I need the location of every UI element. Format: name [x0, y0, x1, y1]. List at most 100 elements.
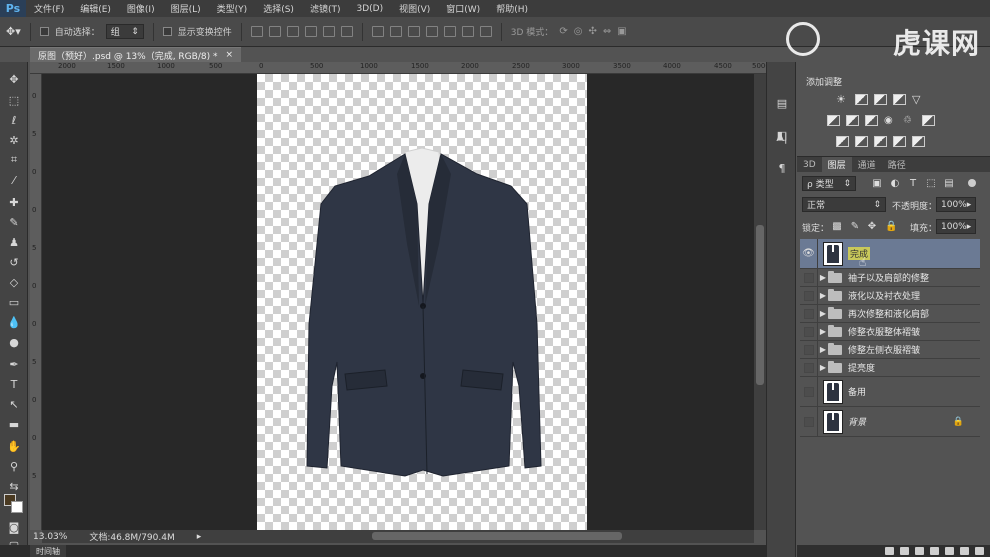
layer-row[interactable]: 备用 — [800, 377, 980, 407]
align-left-icon[interactable] — [304, 26, 317, 37]
menu-view[interactable]: 视图(V) — [391, 2, 438, 15]
group-name[interactable]: 修整衣服整体褶皱 — [848, 325, 920, 338]
layer-group-row[interactable]: ▶ 修整衣服整体褶皱 — [800, 323, 980, 341]
new-group-icon[interactable] — [945, 547, 954, 555]
hue-saturation-icon[interactable] — [827, 115, 840, 126]
dodge-tool-icon[interactable]: ● — [4, 333, 24, 351]
group-name[interactable]: 液化以及衬衣处理 — [848, 289, 920, 302]
menu-3d[interactable]: 3D(D) — [348, 4, 391, 14]
document-tab[interactable]: 原图（预好）.psd @ 13%（完成, RGB/8) * × — [30, 47, 242, 62]
black-white-icon[interactable] — [865, 115, 878, 126]
levels-icon[interactable] — [855, 94, 868, 105]
layer-group-row[interactable]: ▶ 袖子以及肩部的修整 — [800, 269, 980, 287]
brush-tool-icon[interactable]: ✎ — [4, 213, 24, 231]
menu-help[interactable]: 帮助(H) — [488, 2, 536, 15]
auto-align-icon[interactable] — [479, 26, 492, 37]
3d-drag-icon[interactable]: ✣ — [588, 26, 596, 37]
new-layer-icon[interactable] — [960, 547, 969, 555]
group-name[interactable]: 提亮度 — [848, 361, 875, 374]
timeline-tab[interactable]: 时间轴 — [30, 545, 66, 557]
marquee-tool-icon[interactable]: ⬚ — [4, 91, 24, 109]
menu-type[interactable]: 类型(Y) — [209, 2, 256, 15]
visibility-toggle[interactable] — [800, 377, 818, 406]
curves-icon[interactable] — [874, 94, 887, 105]
auto-select-checkbox[interactable] — [39, 27, 49, 36]
gradient-tool-icon[interactable]: ▭ — [4, 293, 24, 311]
lock-transparency-icon[interactable]: ▩ — [832, 222, 842, 232]
move-tool-icon[interactable]: ✥▾ — [6, 25, 21, 38]
group-name[interactable]: 再次修整和液化肩部 — [848, 307, 929, 320]
expand-arrow-icon[interactable]: ▶ — [818, 363, 828, 372]
layer-group-row[interactable]: ▶ 再次修整和液化肩部 — [800, 305, 980, 323]
show-transform-checkbox[interactable] — [162, 27, 172, 36]
photo-filter-icon[interactable]: ◉ — [884, 115, 897, 126]
visibility-toggle[interactable] — [800, 305, 818, 322]
auto-select-dropdown[interactable]: 组 ⇕ — [105, 24, 144, 39]
layer-name[interactable]: 备用 — [848, 385, 866, 398]
tab-channels[interactable]: 通道 — [852, 157, 882, 172]
zoom-level[interactable]: 13.03% — [33, 532, 67, 542]
lasso-tool-icon[interactable]: ℓ — [4, 111, 24, 129]
channel-mixer-icon[interactable]: ♲ — [903, 115, 916, 126]
filter-pixel-icon[interactable]: ▣ — [872, 179, 882, 189]
align-bottom-icon[interactable] — [286, 26, 299, 37]
healing-brush-tool-icon[interactable]: ✚ — [4, 193, 24, 211]
color-balance-icon[interactable] — [846, 115, 859, 126]
menu-filter[interactable]: 滤镜(T) — [302, 2, 349, 15]
paragraph-panel-icon[interactable]: ¶ — [773, 159, 791, 177]
path-selection-tool-icon[interactable]: ↖ — [4, 395, 24, 413]
group-name[interactable]: 修整左侧衣服褶皱 — [848, 343, 920, 356]
visibility-toggle[interactable] — [800, 287, 818, 304]
eyedropper-tool-icon[interactable]: ⁄ — [4, 171, 24, 189]
eye-icon[interactable]: 👁 — [800, 239, 818, 268]
visibility-toggle[interactable] — [800, 341, 818, 358]
vibrance-icon[interactable]: ▽ — [912, 94, 925, 105]
distribute-vcenter-icon[interactable] — [389, 26, 402, 37]
visibility-toggle[interactable] — [800, 407, 818, 436]
filter-type-icon[interactable]: T — [908, 179, 918, 189]
3d-slide-icon[interactable]: ⇔ — [603, 26, 611, 37]
history-panel-icon[interactable]: ▤ — [773, 94, 791, 112]
visibility-toggle[interactable] — [800, 269, 818, 286]
magic-wand-tool-icon[interactable]: ✲ — [4, 131, 24, 149]
blend-mode-dropdown[interactable]: 正常 ⇕ — [802, 197, 886, 212]
move-tool-icon[interactable]: ✥ — [4, 70, 24, 88]
layer-row[interactable]: 👁 完成 — [800, 239, 980, 269]
blur-tool-icon[interactable]: 💧 — [4, 313, 24, 331]
eraser-tool-icon[interactable]: ◇ — [4, 273, 24, 291]
menu-image[interactable]: 图像(I) — [119, 2, 163, 15]
layer-group-row[interactable]: ▶ 液化以及衬衣处理 — [800, 287, 980, 305]
menu-layer[interactable]: 图层(L) — [163, 2, 209, 15]
layer-group-row[interactable]: ▶ 提亮度 — [800, 359, 980, 377]
tab-paths[interactable]: 路径 — [882, 157, 912, 172]
pen-tool-icon[interactable]: ✒ — [4, 355, 24, 373]
opacity-field[interactable]: 100% ▸ — [936, 197, 976, 212]
exposure-icon[interactable] — [893, 94, 906, 105]
threshold-icon[interactable] — [874, 136, 887, 147]
posterize-icon[interactable] — [855, 136, 868, 147]
fill-field[interactable]: 100% ▸ — [936, 219, 976, 234]
new-adjustment-icon[interactable] — [930, 547, 939, 555]
lock-position-icon[interactable]: ✥ — [867, 222, 877, 232]
align-hcenter-icon[interactable] — [322, 26, 335, 37]
hand-tool-icon[interactable]: ✋ — [4, 437, 24, 455]
add-mask-icon[interactable] — [915, 547, 924, 555]
expand-arrow-icon[interactable]: ▶ — [818, 309, 828, 318]
layer-style-icon[interactable] — [900, 547, 909, 555]
filter-toggle-icon[interactable] — [968, 179, 976, 187]
3d-roll-icon[interactable]: ◎ — [574, 26, 583, 37]
tab-layers[interactable]: 图层 — [821, 157, 852, 172]
history-brush-tool-icon[interactable]: ↺ — [4, 253, 24, 271]
selective-color-icon[interactable] — [893, 136, 906, 147]
visibility-toggle[interactable] — [800, 359, 818, 376]
crop-tool-icon[interactable]: ⌗ — [4, 151, 24, 169]
menu-edit[interactable]: 编辑(E) — [72, 2, 119, 15]
layer-group-row[interactable]: ▶ 修整左侧衣服褶皱 — [800, 341, 980, 359]
layer-name[interactable]: 背景 — [848, 415, 866, 428]
filter-adjustment-icon[interactable]: ◐ — [890, 179, 900, 189]
horizontal-scroll-thumb[interactable] — [372, 532, 622, 540]
expand-arrow-icon[interactable]: ▶ — [818, 327, 828, 336]
filter-smart-object-icon[interactable]: ▤ — [944, 179, 954, 189]
menu-file[interactable]: 文件(F) — [26, 2, 72, 15]
status-menu-arrow-icon[interactable]: ▸ — [197, 532, 202, 542]
